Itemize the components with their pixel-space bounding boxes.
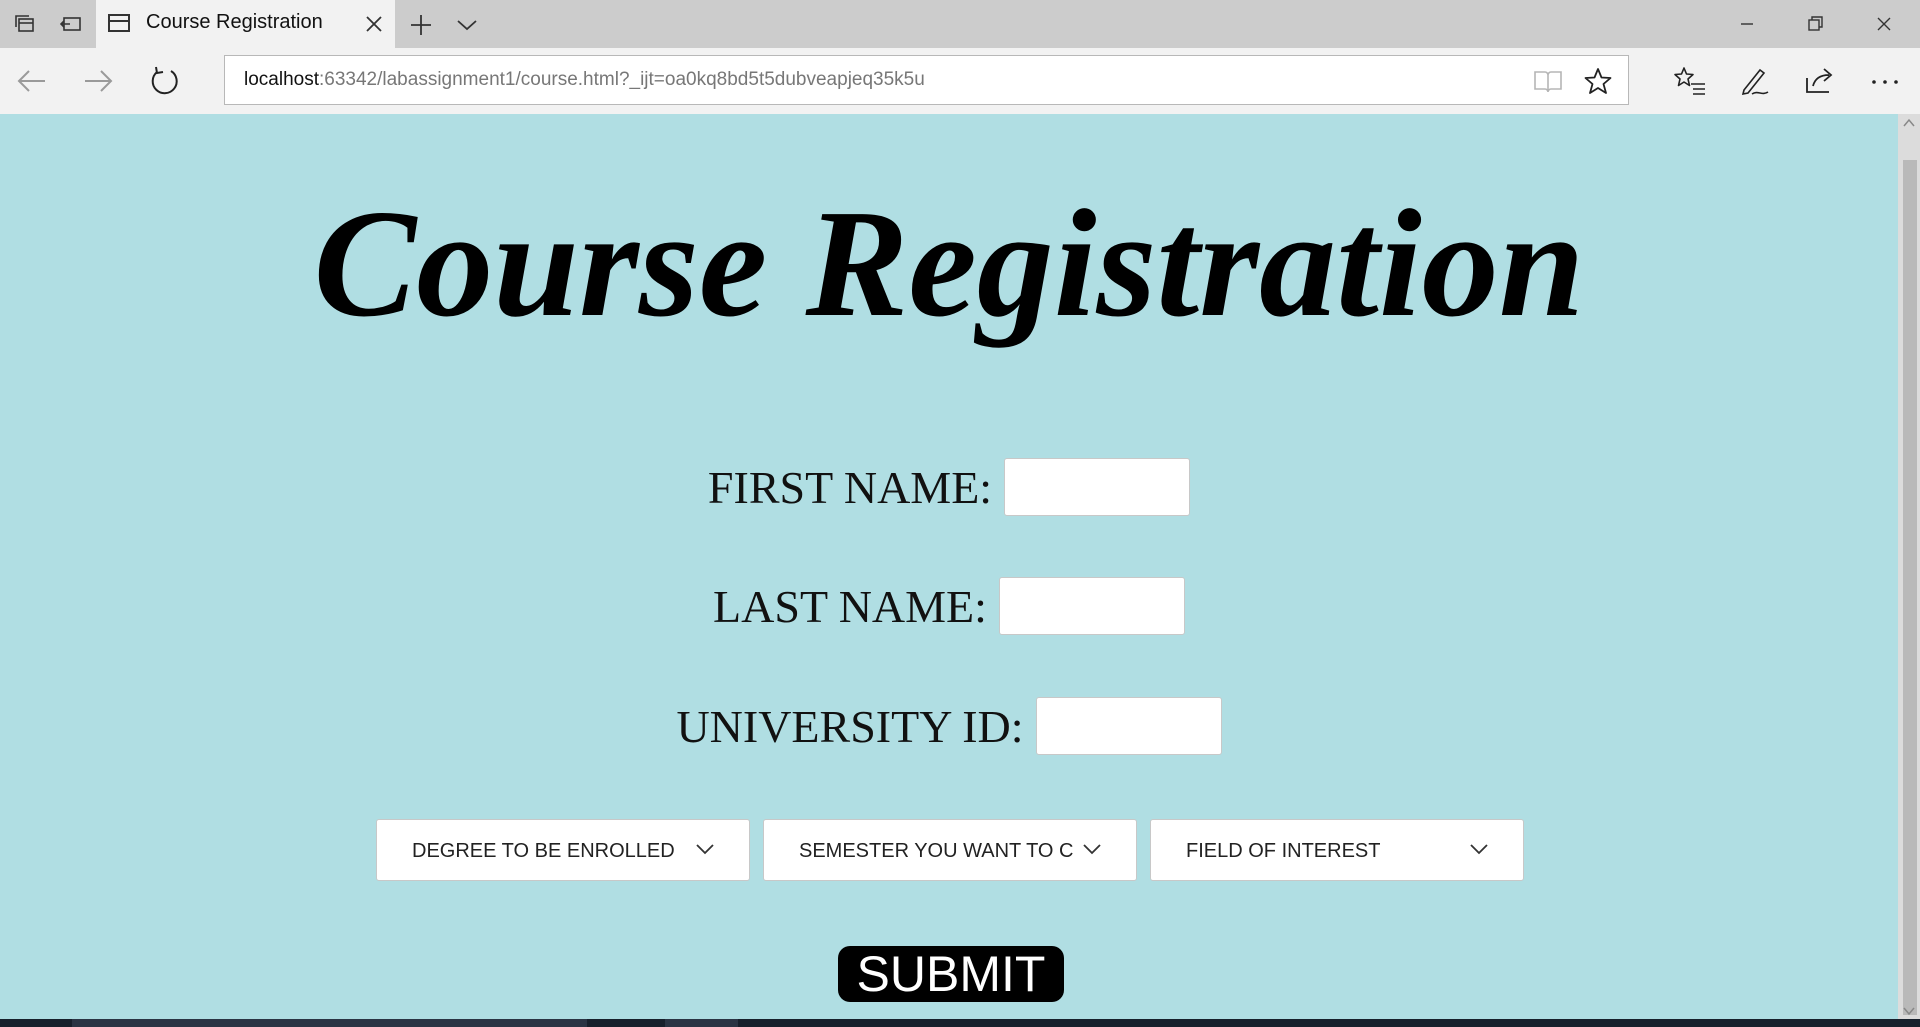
tab-actions-icon[interactable]: [12, 12, 36, 36]
taskbar-item[interactable]: [665, 1019, 738, 1027]
semester-select[interactable]: SEMESTER YOU WANT TO C: [763, 819, 1137, 881]
tab-course-registration[interactable]: Course Registration: [96, 0, 395, 48]
field-of-interest-select[interactable]: FIELD OF INTEREST: [1150, 819, 1524, 881]
reading-view-icon[interactable]: [1533, 68, 1563, 94]
close-window-icon[interactable]: [1850, 0, 1918, 48]
add-favorite-star-icon[interactable]: [1583, 66, 1613, 96]
university-id-input[interactable]: [1035, 697, 1222, 755]
dropdown-row: DEGREE TO BE ENROLLED SEMESTER YOU WANT …: [376, 819, 1524, 881]
browser-nav-bar: localhost:63342/labassignment1/course.ht…: [0, 48, 1920, 114]
first-name-input[interactable]: [1004, 458, 1191, 516]
url-path: :63342/labassignment1/course.html?_ijt=o…: [319, 69, 925, 90]
tab-list-chevron-icon[interactable]: [454, 12, 480, 38]
browser-tab-strip: Course Registration: [0, 0, 1920, 48]
web-note-pen-icon[interactable]: [1738, 64, 1772, 98]
page-content: Course Registration FIRST NAME: LAST NAM…: [0, 114, 1898, 1019]
university-id-row: UNIVERSITY ID:: [0, 697, 1898, 755]
last-name-label: LAST NAME:: [713, 580, 987, 632]
first-name-label: FIRST NAME:: [707, 461, 993, 513]
taskbar: [0, 1019, 1920, 1027]
scrollbar-thumb[interactable]: [1903, 160, 1917, 1015]
favorites-hub-icon[interactable]: [1673, 64, 1707, 98]
last-name-row: LAST NAME:: [0, 577, 1898, 635]
degree-select-value: DEGREE TO BE ENROLLED: [412, 840, 675, 862]
tab-title: Course Registration: [146, 11, 323, 33]
url-text[interactable]: localhost:63342/labassignment1/course.ht…: [244, 69, 925, 91]
semester-select-value: SEMESTER YOU WANT TO C: [799, 840, 1074, 862]
new-tab-icon[interactable]: [408, 12, 434, 38]
minimize-window-icon[interactable]: [1713, 0, 1781, 48]
refresh-icon[interactable]: [147, 64, 181, 98]
field-select-value: FIELD OF INTEREST: [1186, 840, 1381, 862]
submit-button[interactable]: SUBMIT: [838, 946, 1064, 1002]
chevron-down-icon: [1083, 844, 1101, 855]
scroll-down-arrow-icon[interactable]: [1903, 1006, 1915, 1016]
chevron-down-icon: [1470, 844, 1488, 855]
scroll-up-arrow-icon[interactable]: [1903, 118, 1915, 128]
page-icon: [108, 14, 130, 32]
university-id-label: UNIVERSITY ID:: [676, 700, 1024, 752]
page-title: Course Registration: [313, 179, 1585, 349]
restore-window-icon[interactable]: [1781, 0, 1849, 48]
last-name-input[interactable]: [998, 577, 1185, 635]
forward-arrow-icon[interactable]: [81, 64, 115, 98]
first-name-row: FIRST NAME:: [0, 458, 1898, 516]
set-aside-tabs-icon[interactable]: [59, 12, 83, 36]
url-host: localhost: [244, 69, 319, 90]
degree-select[interactable]: DEGREE TO BE ENROLLED: [376, 819, 750, 881]
more-options-icon[interactable]: [1868, 64, 1902, 98]
taskbar-item[interactable]: [72, 1019, 587, 1027]
close-tab-icon[interactable]: [362, 12, 386, 36]
address-bar[interactable]: localhost:63342/labassignment1/course.ht…: [224, 55, 1629, 105]
share-icon[interactable]: [1803, 64, 1837, 98]
chevron-down-icon: [696, 844, 714, 855]
back-arrow-icon[interactable]: [15, 64, 49, 98]
